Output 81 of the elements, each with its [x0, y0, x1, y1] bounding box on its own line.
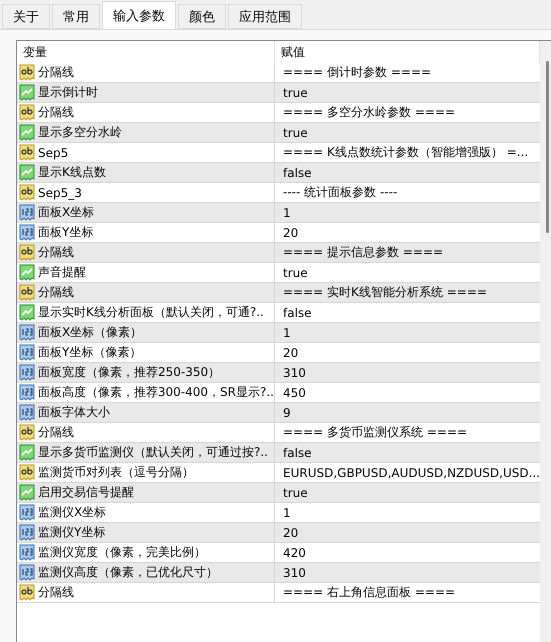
number-type-icon: [19, 384, 35, 401]
number-type-icon: [19, 204, 35, 221]
value-cell[interactable]: false: [275, 303, 540, 322]
value-cell[interactable]: ==== 实时K线智能分析系统 ====: [275, 283, 540, 302]
variable-name: Sep5_3: [38, 186, 82, 200]
variable-name: 面板字体大小: [38, 404, 110, 421]
value-cell[interactable]: ---- 统计面板参数 ----: [275, 183, 540, 202]
value-cell[interactable]: 9: [275, 403, 540, 422]
string-type-icon: [19, 464, 35, 481]
value-cell[interactable]: 20: [275, 223, 540, 242]
variable-name: 分隔线: [38, 584, 74, 601]
number-type-icon: [19, 564, 35, 581]
variable-name: 分隔线: [38, 244, 74, 261]
string-type-icon: [19, 104, 35, 121]
variable-name: 面板高度（像素，推荐300-400，SR显示?..: [38, 384, 274, 401]
string-type-icon: [19, 244, 35, 261]
variable-name: 监测仪Y坐标: [38, 524, 106, 541]
variable-name: 监测货币对列表（逗号分隔）: [38, 464, 194, 481]
value-cell[interactable]: ==== K线点数统计参数（智能增强版） =...: [275, 143, 540, 162]
value-cell[interactable]: 420: [275, 543, 540, 562]
variable-name: 启用交易信号提醒: [38, 484, 134, 501]
value-cell[interactable]: false: [275, 163, 540, 182]
variable-name: 面板Y坐标: [38, 224, 94, 241]
variable-name: Sep5: [38, 146, 68, 160]
number-type-icon: [19, 524, 35, 541]
variable-name: 面板X坐标（像素）: [38, 324, 142, 341]
value-cell[interactable]: true: [275, 83, 540, 102]
variable-name: 显示倒计时: [38, 84, 98, 101]
tab[interactable]: 输入参数: [102, 1, 176, 29]
number-type-icon: [19, 224, 35, 241]
variable-name: 显示实时K线分析面板（默认关闭，可通?..: [38, 304, 264, 321]
number-type-icon: [19, 344, 35, 361]
variable-name: 分隔线: [38, 284, 74, 301]
scroll-thumb[interactable]: [546, 61, 550, 233]
value-cell[interactable]: ==== 倒计时参数 ====: [275, 63, 540, 82]
tab[interactable]: 应用范围: [228, 4, 302, 29]
variable-name: 显示多货币监测仪（默认关闭，可通过按?..: [38, 444, 268, 461]
value-cell[interactable]: 1: [275, 323, 540, 342]
value-cell[interactable]: ==== 右上角信息面板 ====: [275, 583, 540, 602]
variable-name: 显示多空分水岭: [38, 124, 122, 141]
string-type-icon: [19, 284, 35, 301]
value-cell[interactable]: EURUSD,GBPUSD,AUDUSD,NZDUSD,USD...: [275, 463, 540, 482]
number-type-icon: [19, 504, 35, 521]
tab[interactable]: 常用: [52, 4, 100, 29]
string-type-icon: [19, 64, 35, 81]
tab[interactable]: 关于: [2, 4, 50, 29]
variable-name: 面板宽度（像素，推荐250-350）: [38, 364, 220, 381]
value-cell[interactable]: 20: [275, 343, 540, 362]
variable-name: 面板Y坐标（像素）: [38, 344, 142, 361]
value-cell[interactable]: 20: [275, 523, 540, 542]
variable-name: 声音提醒: [38, 264, 86, 281]
number-type-icon: [19, 324, 35, 341]
string-type-icon: [19, 144, 35, 161]
variable-name: 面板X坐标: [38, 204, 94, 221]
number-type-icon: [19, 404, 35, 421]
tab[interactable]: 颜色: [178, 4, 226, 29]
scrollbar[interactable]: [540, 41, 551, 642]
value-cell[interactable]: ==== 多空分水岭参数 ====: [275, 103, 540, 122]
variable-name: 分隔线: [38, 64, 74, 81]
value-cell[interactable]: 450: [275, 383, 540, 402]
variable-name: 监测仪X坐标: [38, 504, 106, 521]
number-type-icon: [19, 364, 35, 381]
value-cell[interactable]: 310: [275, 563, 540, 582]
value-cell[interactable]: 310: [275, 363, 540, 382]
variable-name: 监测仪宽度（像素，完美比例）: [38, 544, 206, 561]
value-cell[interactable]: ==== 多货币监测仪系统 ====: [275, 423, 540, 442]
string-type-icon: [19, 584, 35, 601]
value-cell[interactable]: false: [275, 443, 540, 462]
variable-name: 显示K线点数: [38, 164, 106, 181]
value-cell[interactable]: ==== 提示信息参数 ====: [275, 243, 540, 262]
variable-name: 监测仪高度（像素，已优化尺寸）: [38, 564, 218, 581]
string-type-icon: [19, 424, 35, 441]
value-cell[interactable]: true: [275, 483, 540, 502]
variable-name: 分隔线: [38, 104, 74, 121]
number-type-icon: [19, 544, 35, 561]
value-cell[interactable]: 1: [275, 503, 540, 522]
value-cell[interactable]: 1: [275, 203, 540, 222]
value-cell[interactable]: true: [275, 263, 540, 282]
string-type-icon: [19, 184, 35, 201]
variable-name: 分隔线: [38, 424, 74, 441]
value-cell[interactable]: true: [275, 123, 540, 142]
